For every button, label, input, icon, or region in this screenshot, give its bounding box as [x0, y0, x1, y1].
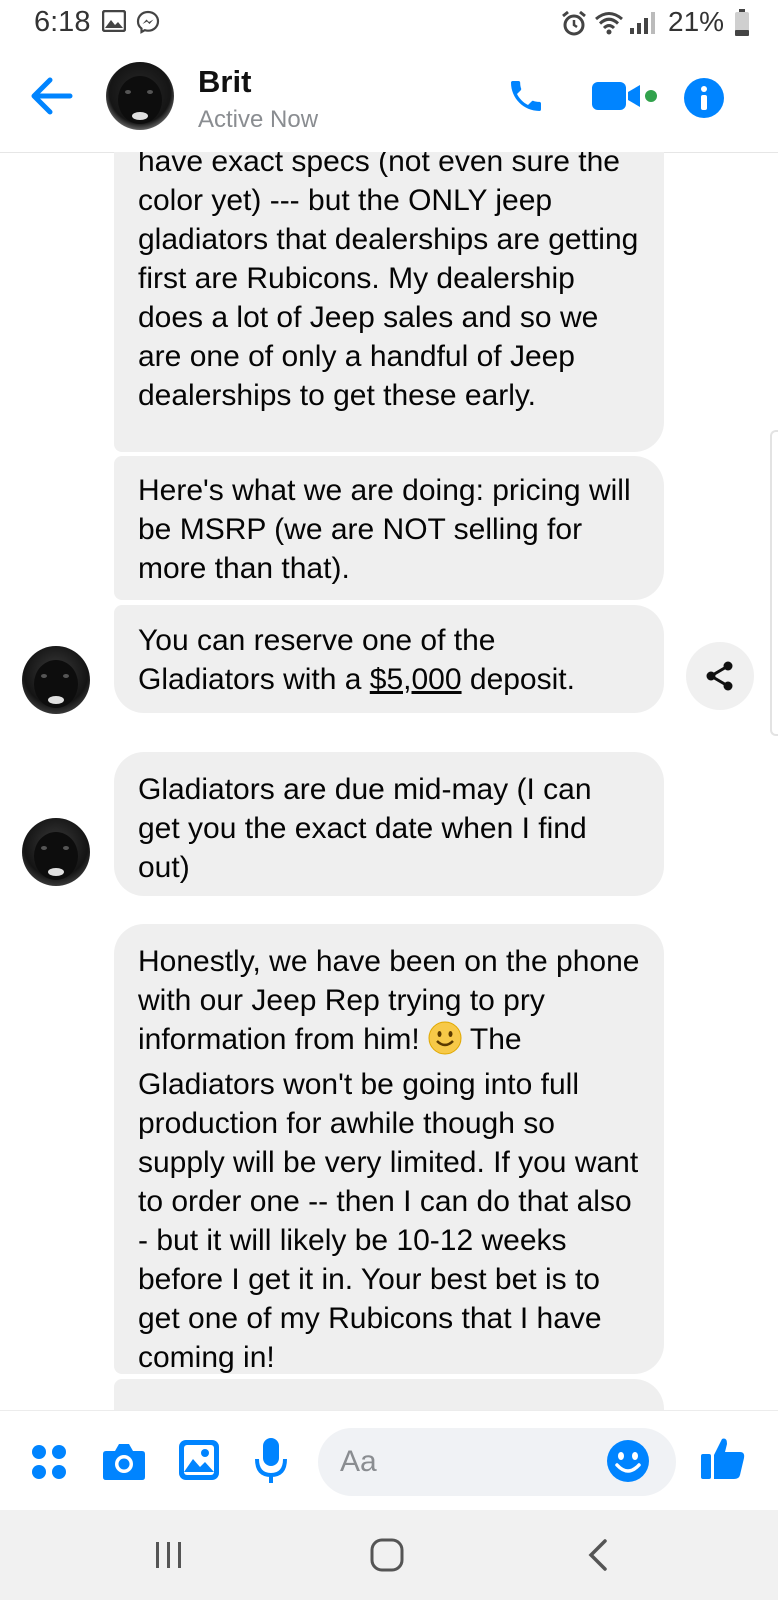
- message-bubble[interactable]: have exact specs (not even sure the colo…: [114, 152, 664, 452]
- message-text: Gladiators are due mid-may (I can get yo…: [138, 773, 592, 884]
- camera-icon[interactable]: [102, 1441, 146, 1486]
- status-time: 6:18: [34, 6, 91, 38]
- phone-call-icon[interactable]: [506, 76, 546, 121]
- message-bubble[interactable]: You can reserve one of the Gladiators wi…: [114, 605, 664, 713]
- contact-active-status: Active Now: [198, 106, 319, 133]
- contact-avatar[interactable]: [106, 62, 174, 130]
- smiley-emoji-icon: [428, 1021, 462, 1065]
- message-text: The Gladiators won't be going into full …: [138, 1023, 639, 1374]
- scroll-indicator[interactable]: [770, 430, 778, 736]
- alarm-icon: [560, 10, 588, 43]
- like-thumbs-up-icon[interactable]: [700, 1435, 746, 1486]
- back-arrow-icon[interactable]: [28, 76, 74, 121]
- message-bubble[interactable]: Gladiators are due mid-may (I can get yo…: [114, 752, 664, 896]
- contact-name[interactable]: Brit: [198, 64, 251, 100]
- system-navigation-bar: [0, 1510, 778, 1600]
- messenger-icon: [136, 10, 160, 39]
- back-nav-icon[interactable]: [586, 1538, 610, 1577]
- info-icon[interactable]: [684, 78, 724, 123]
- emoji-picker-icon[interactable]: [606, 1439, 650, 1488]
- message-bubble[interactable]: [114, 1379, 664, 1410]
- sender-avatar[interactable]: [22, 646, 90, 714]
- recent-apps-icon[interactable]: [154, 1540, 184, 1575]
- message-text: Honestly, we have been on the phone with…: [138, 945, 640, 1056]
- signal-icon: [628, 10, 656, 41]
- message-text: deposit.: [461, 663, 575, 696]
- conversation-header: Brit Active Now: [0, 46, 778, 153]
- home-icon[interactable]: [370, 1538, 404, 1577]
- sender-avatar[interactable]: [22, 818, 90, 886]
- composer-bar: [0, 1410, 778, 1511]
- share-button[interactable]: [686, 642, 754, 710]
- image-icon: [101, 9, 127, 37]
- message-list[interactable]: have exact specs (not even sure the colo…: [0, 152, 778, 1410]
- message-bubble[interactable]: Here's what we are doing: pricing will b…: [114, 456, 664, 600]
- message-text: Here's what we are doing: pricing will b…: [138, 474, 631, 585]
- message-text: have exact specs (not even sure the colo…: [138, 152, 639, 412]
- gallery-icon[interactable]: [178, 1439, 220, 1486]
- video-call-icon[interactable]: [592, 80, 658, 117]
- more-actions-icon[interactable]: [30, 1443, 68, 1486]
- status-bar: 6:18 21%: [0, 0, 778, 46]
- share-icon: [704, 660, 736, 697]
- battery-percent: 21%: [668, 6, 725, 37]
- wifi-icon: [594, 10, 624, 41]
- deposit-amount-link[interactable]: $5,000: [370, 663, 462, 696]
- battery-icon: [734, 9, 750, 42]
- message-bubble[interactable]: Honestly, we have been on the phone with…: [114, 924, 664, 1374]
- microphone-icon[interactable]: [254, 1437, 288, 1490]
